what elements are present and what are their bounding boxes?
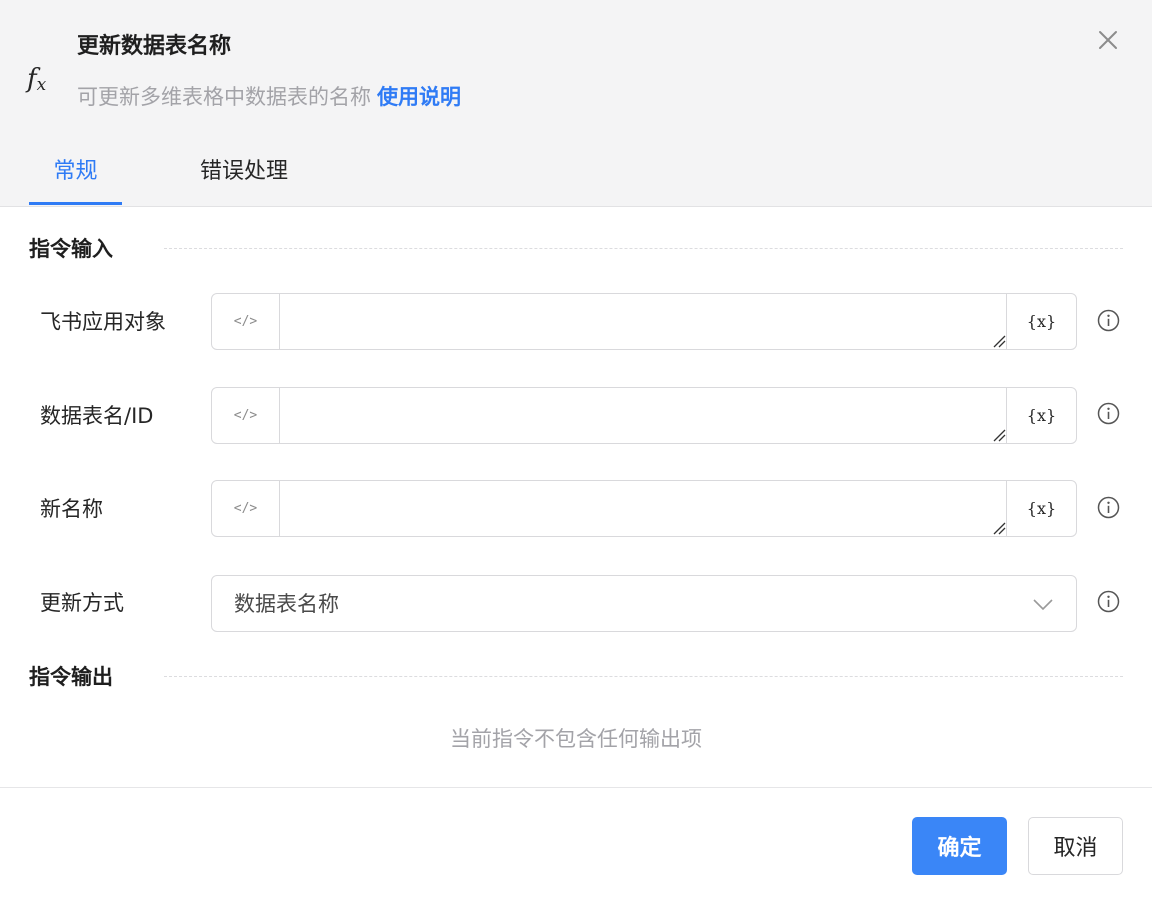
footer-divider [0,787,1152,788]
code-icon: </> [233,408,258,423]
field-label-update-mode: 更新方式 [40,591,124,615]
tab-error-handling[interactable]: 错误处理 [200,152,288,192]
code-mode-button[interactable]: </> [212,388,280,443]
close-icon[interactable] [1094,26,1122,54]
confirm-button[interactable]: 确定 [912,817,1007,875]
fx-icon: fx [27,64,47,95]
dialog-header: fx 更新数据表名称 可更新多维表格中数据表的名称 使用说明 常规 错误处理 [0,0,1152,207]
section-output-title: 指令输出 [29,665,113,689]
code-icon: </> [233,314,258,329]
variable-button[interactable]: {x} [1006,481,1076,536]
help-link[interactable]: 使用说明 [377,85,461,109]
section-divider [164,248,1123,249]
info-icon[interactable] [1097,402,1120,425]
feishu-app-field[interactable] [280,294,1008,349]
code-mode-button[interactable]: </> [212,481,280,536]
dialog-subtitle: 可更新多维表格中数据表的名称 使用说明 [77,82,461,112]
field-label-feishu-app: 飞书应用对象 [40,310,166,334]
info-icon[interactable] [1097,496,1120,519]
variable-button[interactable]: {x} [1006,388,1076,443]
active-tab-indicator [29,202,122,205]
info-icon[interactable] [1097,309,1120,332]
section-input-title: 指令输入 [29,237,113,261]
code-mode-button[interactable]: </> [212,294,280,349]
table-name-input: </> {x} [211,387,1077,444]
variable-button[interactable]: {x} [1006,294,1076,349]
code-icon: </> [233,501,258,516]
table-name-field[interactable] [280,388,1008,443]
resize-handle-icon[interactable] [992,428,1006,442]
subtitle-text: 可更新多维表格中数据表的名称 [77,85,371,109]
new-name-input: </> {x} [211,480,1077,537]
chevron-down-icon [1033,599,1053,611]
field-label-new-name: 新名称 [40,497,103,521]
new-name-field[interactable] [280,481,1008,536]
update-mode-select[interactable]: 数据表名称 [211,575,1077,632]
feishu-app-input: </> {x} [211,293,1077,350]
resize-handle-icon[interactable] [992,521,1006,535]
update-mode-value: 数据表名称 [234,592,339,616]
field-label-table-name: 数据表名/ID [40,404,154,428]
section-divider [164,676,1123,677]
output-empty-message: 当前指令不包含任何输出项 [450,727,702,751]
tab-general[interactable]: 常规 [29,152,122,192]
dialog-title: 更新数据表名称 [77,34,232,59]
cancel-button[interactable]: 取消 [1028,817,1123,875]
resize-handle-icon[interactable] [992,334,1006,348]
info-icon[interactable] [1097,590,1120,613]
